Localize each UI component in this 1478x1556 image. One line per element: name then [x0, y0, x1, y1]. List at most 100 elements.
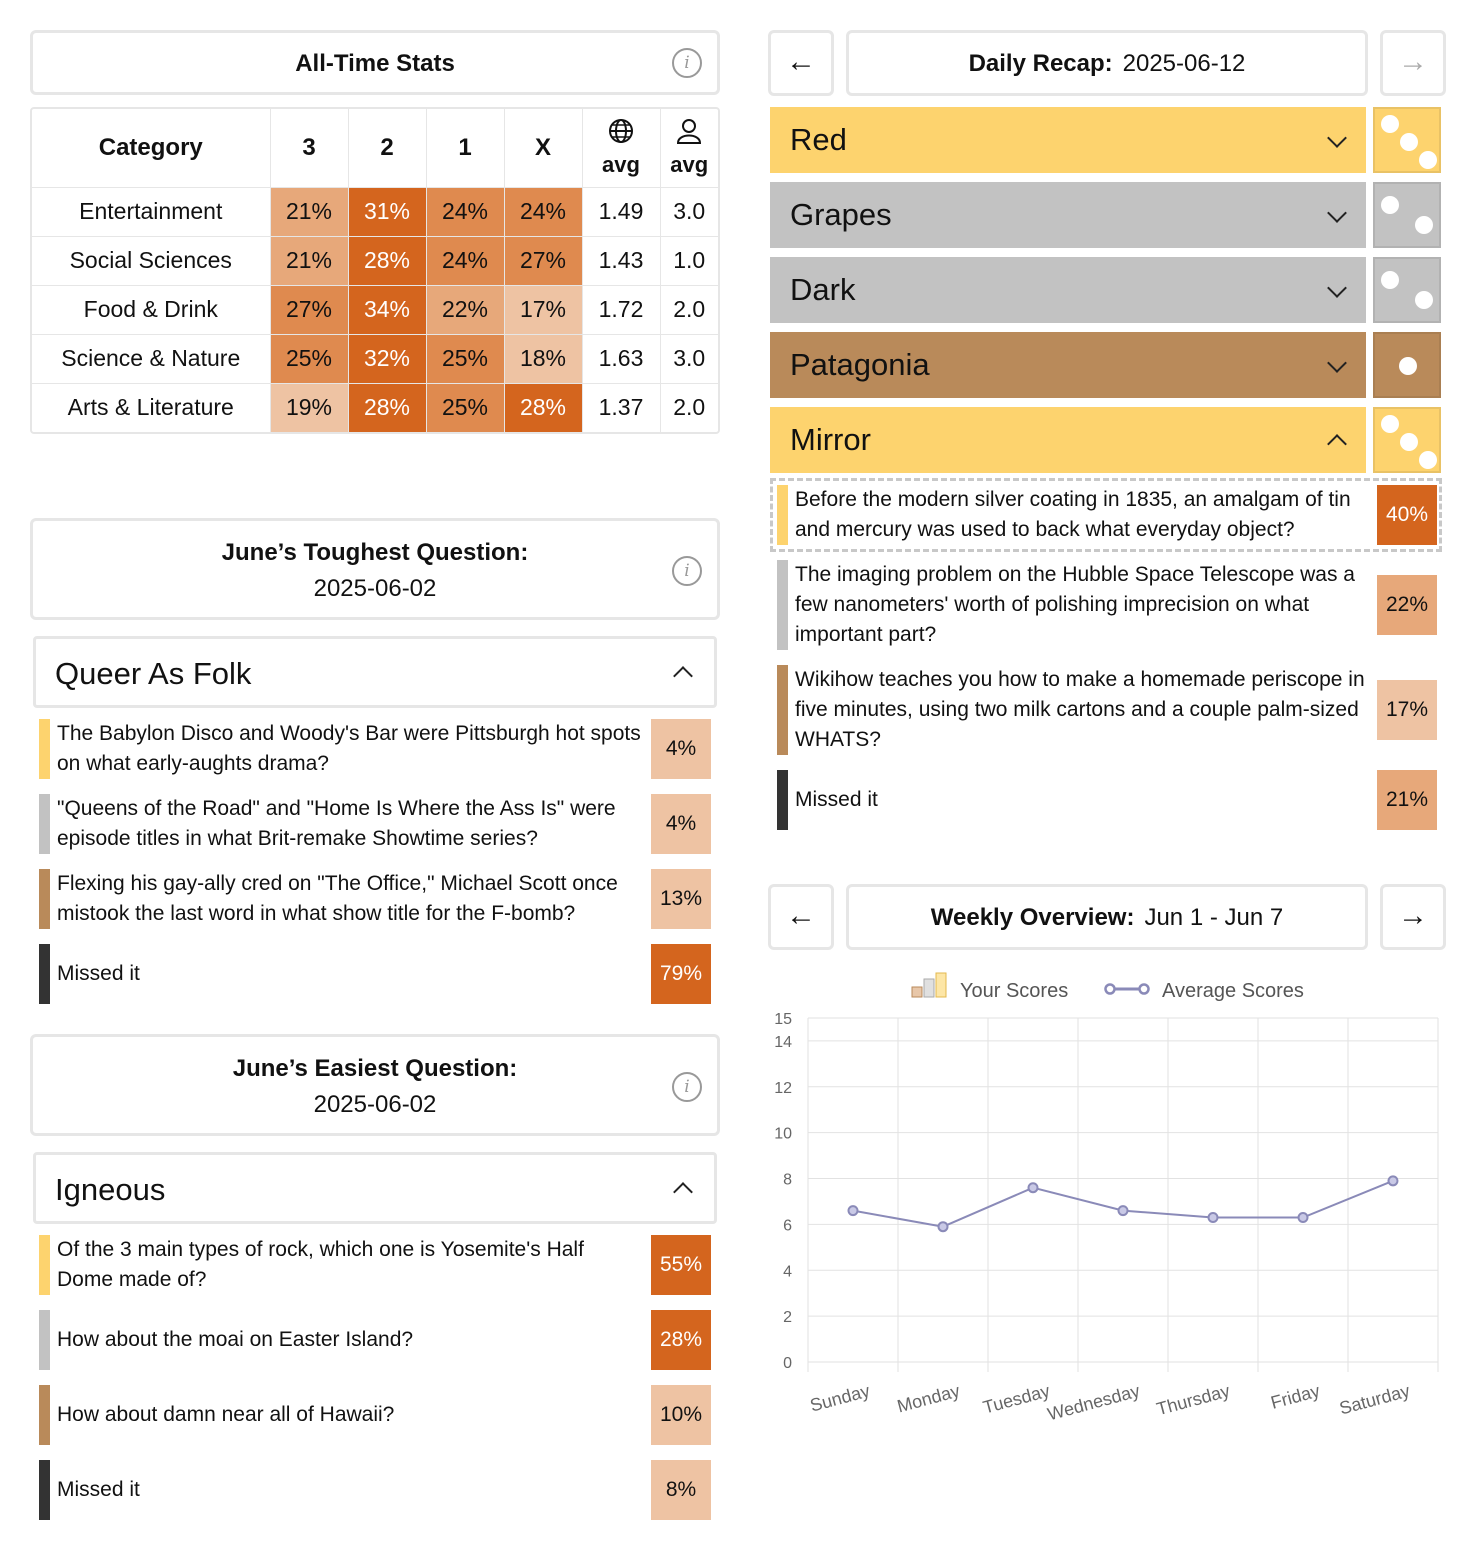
daily-category-header[interactable]: Dark: [770, 257, 1366, 323]
pct-x-cell: 24%: [504, 187, 583, 237]
category-cell: Social Sciences: [32, 236, 271, 286]
pct-x-cell: 28%: [504, 383, 583, 432]
pct-2-cell: 31%: [348, 187, 427, 237]
answer-row: How about damn near all of Hawaii? 10%: [39, 1385, 711, 1445]
score-bar: [39, 944, 50, 1004]
score-bar: [39, 1235, 50, 1295]
y-tick-label: 15: [774, 1011, 792, 1028]
score-bar: [777, 665, 788, 755]
easiest-question-date: 2025-06-02: [313, 1091, 437, 1118]
daily-category-header[interactable]: Mirror: [770, 407, 1366, 473]
daily-category-header[interactable]: Red: [770, 107, 1366, 173]
percent-badge: 55%: [651, 1235, 711, 1295]
weekly-next-button[interactable]: →: [1380, 884, 1446, 950]
answer-row: Missed it 21%: [777, 770, 1441, 830]
pct-3-cell: 21%: [270, 236, 349, 286]
weekly-prev-button[interactable]: ←: [768, 884, 834, 950]
daily-recap-label: Daily Recap:: [968, 50, 1113, 77]
user-avg-cell: 3.0: [660, 334, 718, 384]
die-pip: [1419, 451, 1437, 469]
x-tick-label: Sunday: [808, 1381, 872, 1416]
stats-row: Social Sciences 21% 28% 24% 27% 1.43 1.0: [32, 236, 718, 286]
question-text: How about the moai on Easter Island?: [57, 1328, 414, 1351]
chevron-up-icon[interactable]: [1327, 434, 1347, 454]
info-icon[interactable]: i: [672, 48, 702, 78]
y-tick-label: 12: [774, 1080, 792, 1097]
category-cell: Entertainment: [32, 187, 271, 237]
pct-2-cell: 28%: [348, 236, 427, 286]
daily-category-header[interactable]: Grapes: [770, 182, 1366, 248]
pct-3-cell: 27%: [270, 285, 349, 335]
daily-prev-button[interactable]: ←: [768, 30, 834, 96]
chevron-down-icon[interactable]: [1327, 353, 1347, 373]
daily-category-header[interactable]: Patagonia: [770, 332, 1366, 398]
weekly-overview-chart: Your Scores Average Scores 0 2 4 6 8 10 12 14 15 Su…: [774, 972, 1439, 1424]
die-pip: [1415, 216, 1433, 234]
stats-row: Food & Drink 27% 34% 22% 17% 1.72 2.0: [32, 285, 718, 335]
y-tick-label: 6: [783, 1217, 792, 1234]
category-name: Dark: [790, 272, 856, 307]
pct-x-cell: 17%: [504, 285, 583, 335]
global-avg-cell: 1.49: [582, 187, 661, 237]
category-cell: Science & Nature: [32, 334, 271, 384]
legend-label: Your Scores: [960, 980, 1068, 1002]
percent-badge: 8%: [651, 1460, 711, 1520]
weekly-overview-header: Weekly Overview: Jun 1 - Jun 7: [846, 884, 1368, 950]
pct-x-cell: 27%: [504, 236, 583, 286]
chevron-up-icon[interactable]: [673, 1182, 693, 1202]
info-icon[interactable]: i: [672, 556, 702, 586]
info-icon[interactable]: i: [672, 1072, 702, 1102]
x-tick-label: Thursday: [1154, 1381, 1232, 1420]
category-name: Queer As Folk: [55, 656, 252, 691]
percent-badge: 4%: [651, 794, 711, 854]
question-text: Missed it: [57, 962, 140, 985]
pct-2-cell: 34%: [348, 285, 427, 335]
user-avg-cell: 2.0: [660, 285, 718, 335]
die-pip: [1399, 357, 1417, 375]
pct-1-cell: 24%: [426, 187, 505, 237]
die-pip: [1381, 271, 1399, 289]
global-avg-cell: 1.63: [582, 334, 661, 384]
pct-3-cell: 19%: [270, 383, 349, 432]
category-name: Igneous: [55, 1172, 166, 1207]
score-bar: [777, 770, 788, 830]
die-pip: [1381, 196, 1399, 214]
stats-row: Entertainment 21% 31% 24% 24% 1.49 3.0: [32, 187, 718, 237]
stats-row: Arts & Literature 19% 28% 25% 28% 1.37 2.0: [32, 383, 718, 432]
question-text: Of the 3 main types of rock, which one i…: [57, 1238, 584, 1291]
stats-row: Science & Nature 25% 32% 25% 18% 1.63 3.0: [32, 334, 718, 384]
score-die-icon: [1373, 257, 1441, 323]
score-die-icon: [1373, 407, 1441, 473]
chevron-down-icon[interactable]: [1327, 278, 1347, 298]
percent-badge: 22%: [1377, 575, 1437, 635]
chevron-down-icon[interactable]: [1327, 203, 1347, 223]
question-text: Flexing his gay-ally cred on "The Office…: [57, 872, 618, 925]
chevron-up-icon[interactable]: [673, 666, 693, 686]
percent-badge: 10%: [651, 1385, 711, 1445]
question-text: Missed it: [795, 788, 878, 811]
pct-1-cell: 25%: [426, 383, 505, 432]
y-tick-label: 10: [774, 1126, 792, 1143]
question-text: The imaging problem on the Hubble Space …: [795, 563, 1355, 646]
average-score-point: [1117, 1205, 1129, 1217]
globe-icon: [583, 118, 660, 150]
toughest-category-header[interactable]: Queer As Folk: [33, 636, 717, 708]
legend-swatch-bar: [911, 986, 923, 998]
die-pip: [1400, 133, 1418, 151]
x-tick-label: Monday: [895, 1381, 962, 1417]
score-bar: [777, 485, 788, 545]
chevron-down-icon[interactable]: [1327, 128, 1347, 148]
global-avg-cell: 1.72: [582, 285, 661, 335]
daily-next-button[interactable]: →: [1380, 30, 1446, 96]
x-tick-label: Saturday: [1337, 1381, 1412, 1419]
percent-badge: 21%: [1377, 770, 1437, 830]
score-bar: [39, 1385, 50, 1445]
column-header-user-avg: avg: [660, 109, 719, 188]
pct-x-cell: 18%: [504, 334, 583, 384]
x-tick-label: Friday: [1269, 1381, 1322, 1413]
pct-3-cell: 25%: [270, 334, 349, 384]
die-pip: [1381, 415, 1399, 433]
user-icon: [661, 118, 719, 150]
easiest-category-header[interactable]: Igneous: [33, 1152, 717, 1224]
score-die-icon: [1373, 182, 1441, 248]
